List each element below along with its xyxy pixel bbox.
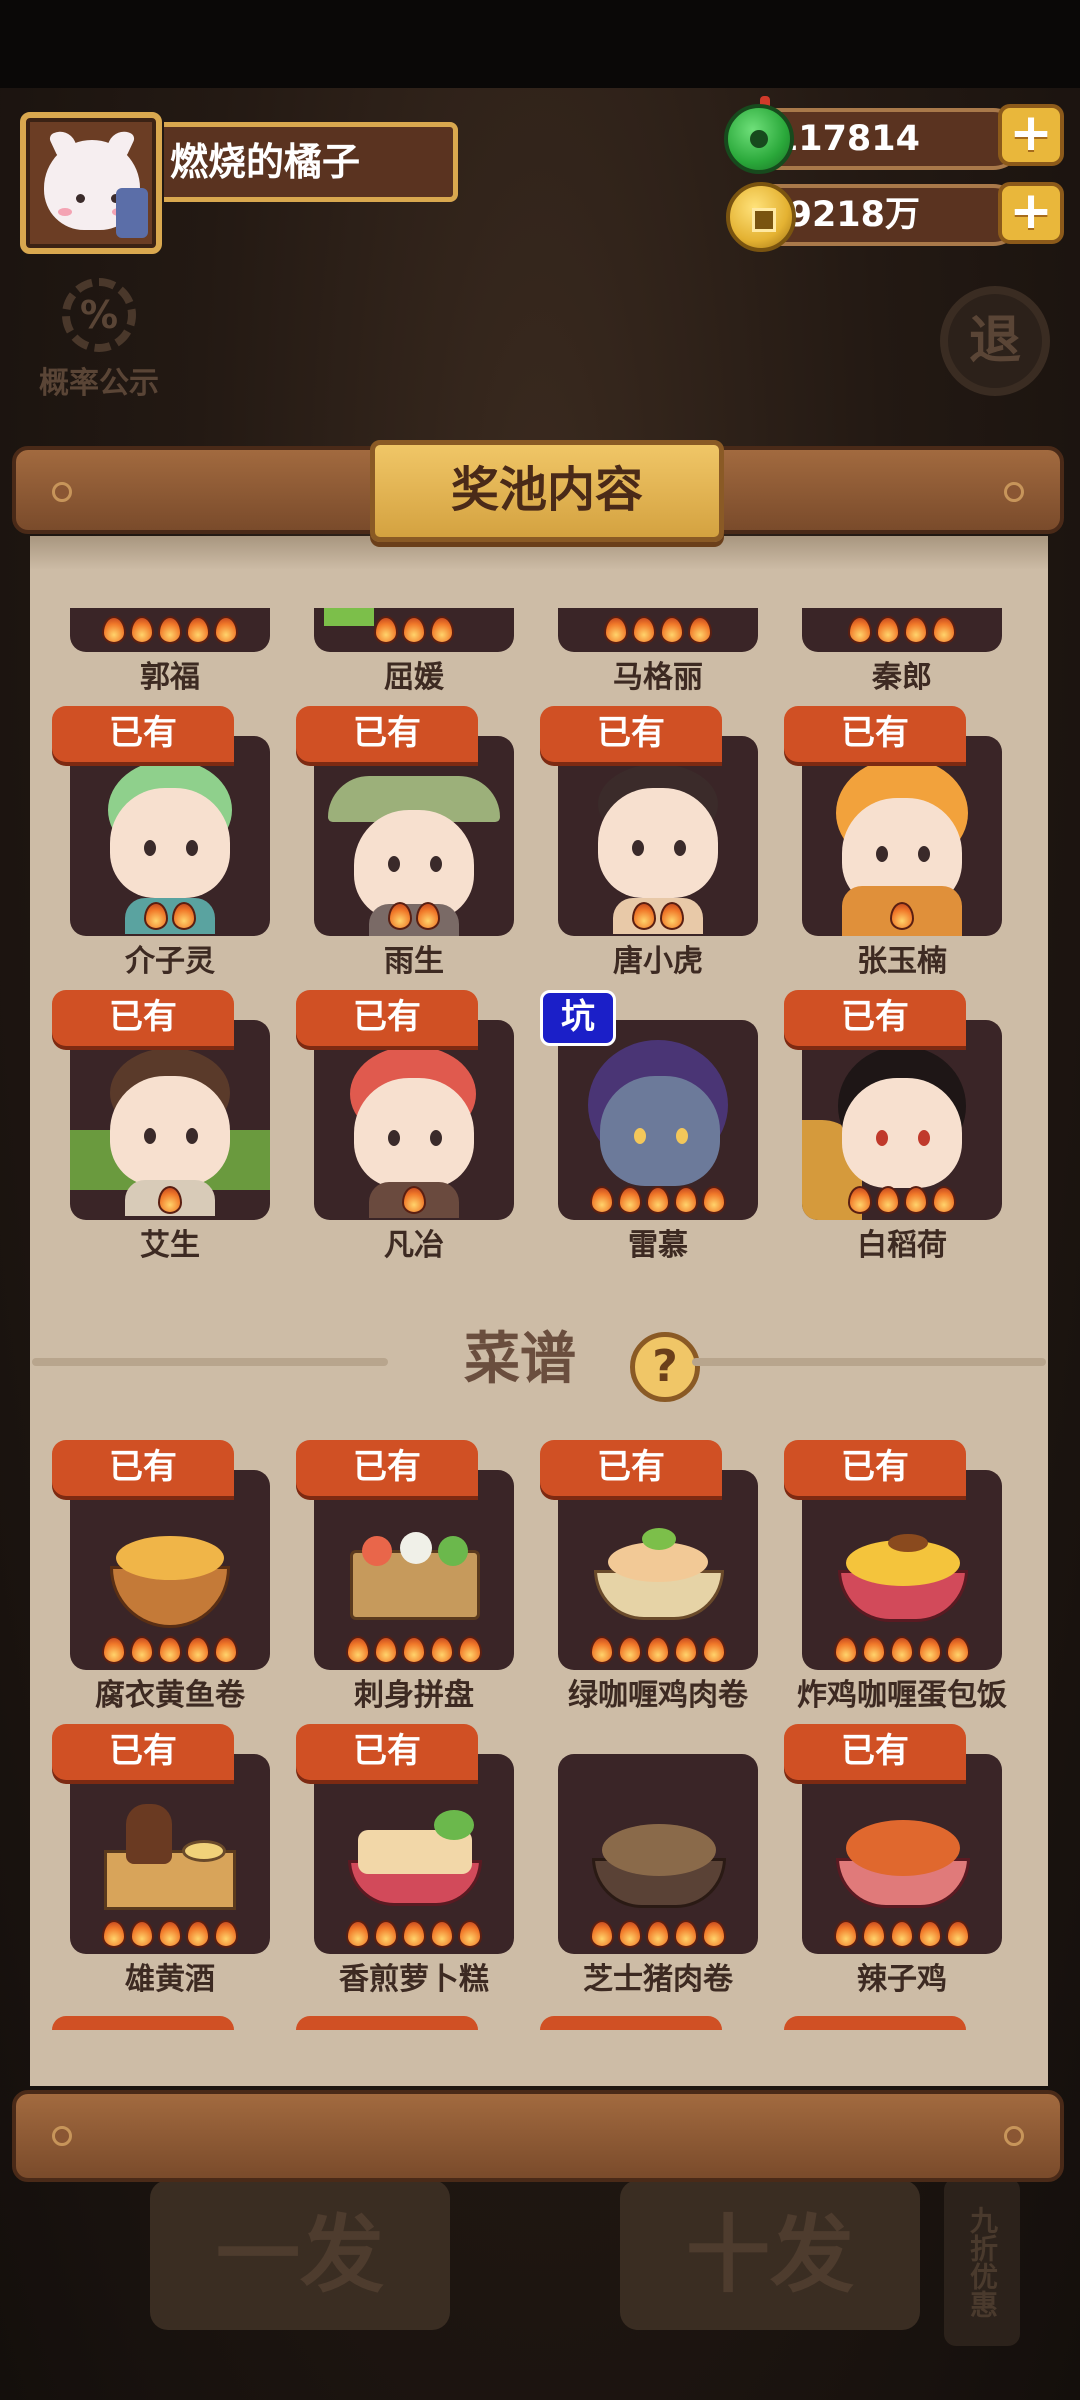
recipe-name: 雄黄酒 xyxy=(125,1962,215,1997)
player-avatar[interactable] xyxy=(20,112,162,254)
add-jade-button[interactable]: + xyxy=(998,104,1064,166)
recipe-name: 辣子鸡 xyxy=(857,1962,947,1997)
status-bar xyxy=(0,0,1080,88)
recipe-card[interactable] xyxy=(314,1470,514,1670)
owned-badge: 已有 xyxy=(784,990,966,1046)
coin-icon xyxy=(726,182,796,252)
character-name: 凡冶 xyxy=(384,1228,444,1263)
single-draw-button: 一发 xyxy=(150,2180,450,2330)
jade-icon xyxy=(724,104,794,174)
owned-badge: 已有 xyxy=(784,706,966,762)
character-card[interactable] xyxy=(70,1020,270,1220)
owned-badge: 已有 xyxy=(784,1440,966,1496)
recipe-card[interactable] xyxy=(802,1470,1002,1670)
recipes-section-title: 菜谱 xyxy=(464,1327,576,1392)
probability-disclosure-label: 概率公示 xyxy=(39,366,159,401)
character-card[interactable] xyxy=(558,1020,758,1220)
discount-badge: 九折优惠 xyxy=(944,2178,1020,2346)
recipe-card[interactable] xyxy=(558,1754,758,1954)
recipe-name: 香煎萝卜糕 xyxy=(339,1962,489,1997)
recipe-name: 炸鸡咖喱蛋包饭 xyxy=(797,1678,1007,1713)
character-card[interactable] xyxy=(802,736,1002,936)
panel-title: 奖池内容 xyxy=(370,440,724,542)
owned-badge: 已有 xyxy=(52,1724,234,1780)
recipe-grid: 已有 已有 已有 已有 腐衣黄鱼卷 刺身拼盘 绿咖喱鸡肉卷 炸鸡咖喱蛋包饭 已有… xyxy=(30,1440,1048,2080)
owned-badge: 已有 xyxy=(52,990,234,1046)
player-name: 燃烧的橘子 xyxy=(164,122,458,202)
character-name: 屈媛 xyxy=(384,660,444,695)
character-card[interactable] xyxy=(70,736,270,936)
character-card[interactable] xyxy=(314,736,514,936)
recipe-card[interactable] xyxy=(802,1754,1002,1954)
help-icon[interactable]: ? xyxy=(630,1332,700,1402)
probability-disclosure-button: % 概率公示 xyxy=(24,278,174,402)
character-name: 雷慕 xyxy=(628,1228,688,1263)
character-card[interactable] xyxy=(802,1020,1002,1220)
character-name: 雨生 xyxy=(384,944,444,979)
owned-badge: 已有 xyxy=(296,990,478,1046)
character-name: 白稻荷 xyxy=(857,1228,947,1263)
character-name: 马格丽 xyxy=(613,660,703,695)
recipe-card[interactable] xyxy=(70,1754,270,1954)
owned-badge: 已有 xyxy=(296,1724,478,1780)
game-screen: % 概率公示 退 一发 十发 九折优惠 燃烧的橘子 117814 + 39218… xyxy=(0,0,1080,2400)
owned-badge: 已有 xyxy=(296,1440,478,1496)
owned-badge: 已有 xyxy=(52,1440,234,1496)
character-card[interactable] xyxy=(558,736,758,936)
owned-badge: 已有 xyxy=(296,706,478,762)
ten-draw-button: 十发 xyxy=(620,2180,920,2330)
recipe-card[interactable] xyxy=(558,1470,758,1670)
recipe-name: 芝士猪肉卷 xyxy=(583,1962,733,1997)
recipes-section-header: 菜谱 ? xyxy=(32,1327,1046,1402)
character-name: 秦郎 xyxy=(872,660,932,695)
character-card[interactable] xyxy=(314,1020,514,1220)
owned-badge: 已有 xyxy=(52,706,234,762)
recipe-name: 腐衣黄鱼卷 xyxy=(95,1678,245,1713)
owned-badge: 已有 xyxy=(540,706,722,762)
character-name: 艾生 xyxy=(140,1228,200,1263)
recipe-card[interactable] xyxy=(70,1470,270,1670)
character-name: 郭福 xyxy=(140,660,200,695)
character-name: 介子灵 xyxy=(125,944,215,979)
owned-badge: 已有 xyxy=(540,1440,722,1496)
recipe-name: 刺身拼盘 xyxy=(354,1678,474,1713)
percent-gear-icon: % xyxy=(62,278,136,352)
recipe-card[interactable] xyxy=(314,1754,514,1954)
character-name: 张玉楠 xyxy=(857,944,947,979)
add-coin-button[interactable]: + xyxy=(998,182,1064,244)
pit-badge: 坑 xyxy=(540,990,616,1046)
character-name: 唐小虎 xyxy=(613,944,703,979)
exit-button: 退 xyxy=(940,286,1050,396)
recipe-name: 绿咖喱鸡肉卷 xyxy=(568,1678,748,1713)
owned-badge: 已有 xyxy=(784,1724,966,1780)
scroll-bottom-rod xyxy=(12,2090,1064,2182)
